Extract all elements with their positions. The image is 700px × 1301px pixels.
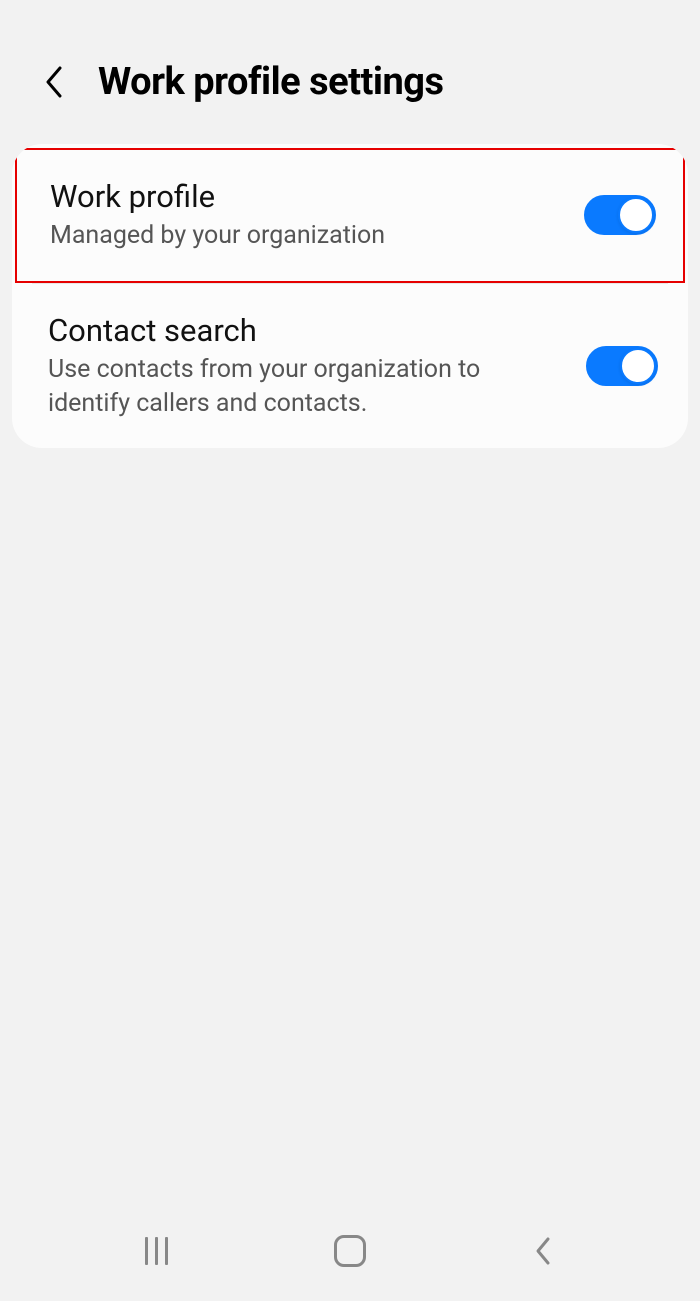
home-icon [334, 1235, 366, 1267]
back-button[interactable] [40, 68, 68, 96]
header: Work profile settings [0, 0, 700, 134]
chevron-left-icon [534, 1236, 552, 1266]
nav-back-button[interactable] [522, 1230, 564, 1272]
contact-search-toggle[interactable] [586, 346, 658, 386]
chevron-left-icon [44, 66, 64, 98]
setting-text: Work profile Managed by your organizatio… [50, 178, 584, 253]
page-title: Work profile settings [98, 60, 443, 104]
setting-subtitle: Managed by your organization [50, 219, 564, 253]
recents-icon [145, 1237, 168, 1265]
setting-work-profile[interactable]: Work profile Managed by your organizatio… [15, 148, 685, 283]
setting-subtitle: Use contacts from your organization to i… [48, 353, 566, 421]
home-button[interactable] [329, 1230, 371, 1272]
setting-contact-search[interactable]: Contact search Use contacts from your or… [12, 284, 688, 449]
setting-title: Work profile [50, 178, 564, 215]
settings-card: Work profile Managed by your organizatio… [12, 144, 688, 448]
setting-text: Contact search Use contacts from your or… [48, 312, 586, 421]
recents-button[interactable] [136, 1230, 178, 1272]
work-profile-toggle[interactable] [584, 195, 656, 235]
setting-title: Contact search [48, 312, 566, 349]
navigation-bar [0, 1221, 700, 1281]
toggle-knob [618, 197, 654, 233]
toggle-knob [620, 348, 656, 384]
